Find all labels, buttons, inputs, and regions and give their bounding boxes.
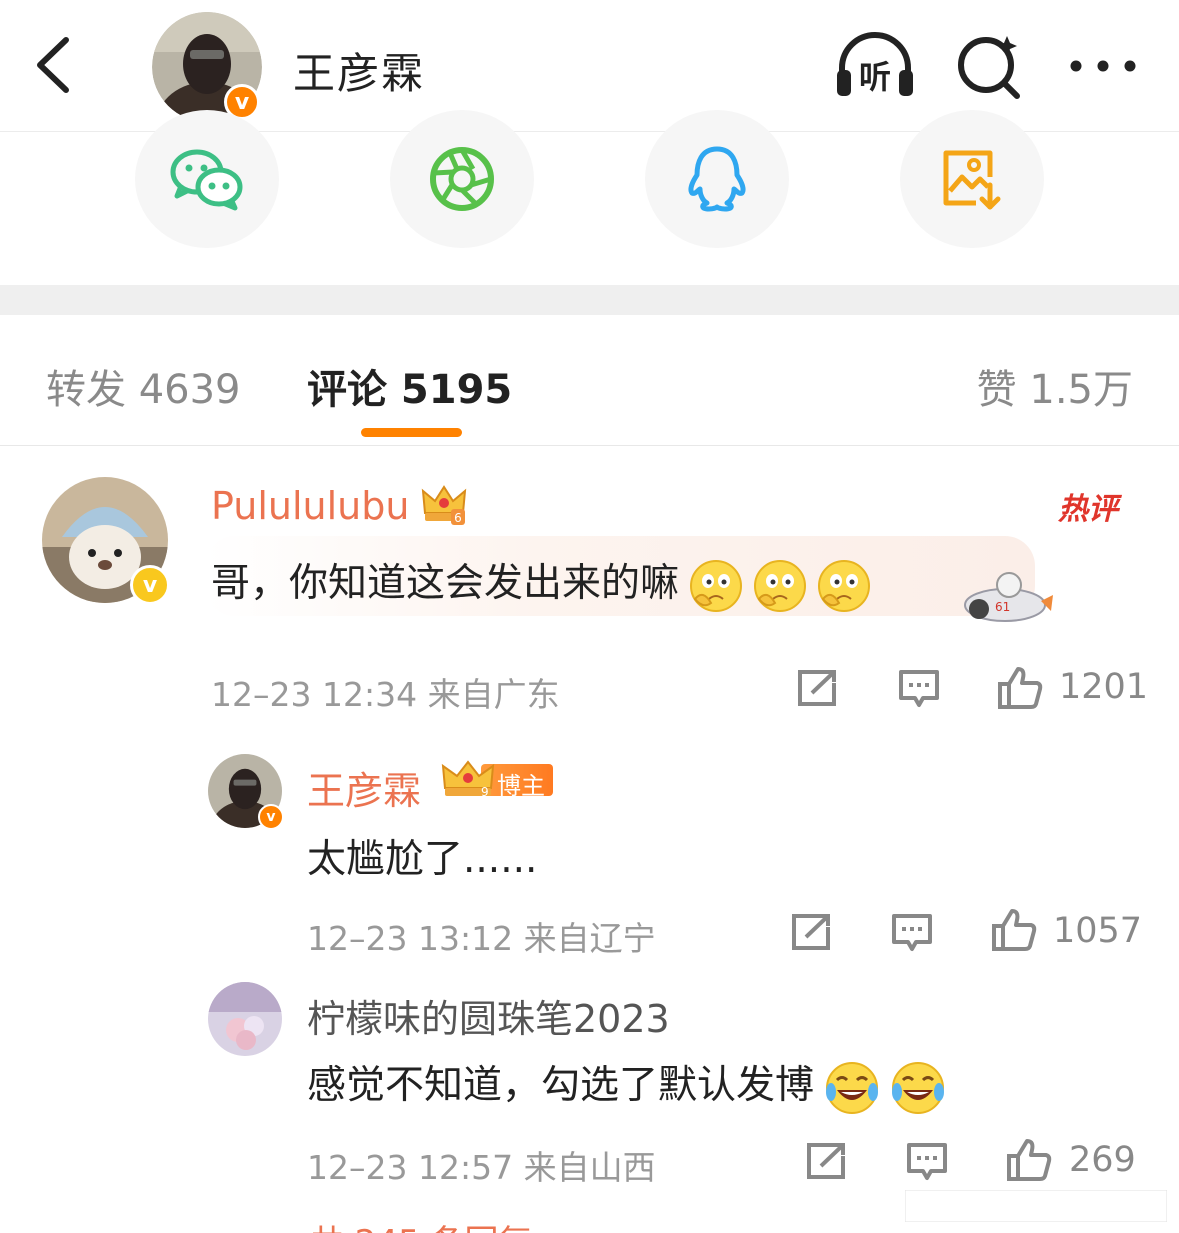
blogger-badge: 9 博主 — [441, 760, 553, 800]
qq-icon — [688, 146, 746, 212]
comment-avatar[interactable]: v — [42, 477, 170, 605]
vip-crown-icon: 6 — [421, 485, 467, 525]
reply-icon[interactable] — [891, 913, 933, 953]
like-thumb-icon[interactable] — [997, 666, 1043, 710]
repost-icon[interactable] — [790, 913, 832, 951]
comment-body: 哥，你知道这会发出来的嘛 — [211, 561, 680, 606]
reply-text: 感觉不知道，勾选了默认发博 — [307, 1054, 946, 1116]
more-options-icon[interactable] — [1068, 48, 1138, 84]
author-name[interactable]: 王彦霖 — [293, 40, 425, 101]
share-qq-button[interactable] — [645, 110, 789, 248]
svg-text:听: 听 — [859, 58, 891, 96]
comment-meta: 12–23 12:34 来自广东 — [211, 675, 560, 714]
repost-icon[interactable] — [796, 669, 838, 707]
tab-bar: 转发 4639 评论 5195 赞 1.5万 — [0, 315, 1179, 446]
wechat-icon — [170, 149, 243, 211]
thinking-emoji — [754, 559, 807, 612]
reply-meta: 12–23 12:57 来自山西 — [307, 1148, 656, 1187]
reply-avatar[interactable]: v — [208, 754, 284, 830]
reply-author-name[interactable]: 王彦霖 — [307, 760, 421, 815]
reply-icon[interactable] — [906, 1142, 948, 1182]
reply-meta: 12–23 13:12 来自辽宁 — [307, 919, 656, 958]
thinking-emoji — [690, 559, 743, 612]
author-avatar[interactable]: v — [152, 12, 262, 122]
svg-text:61: 61 — [995, 600, 1010, 614]
rocket-decoration-icon: 61 — [964, 572, 1053, 622]
share-row — [0, 110, 1179, 285]
moments-icon — [430, 147, 494, 211]
reply-body: 感觉不知道，勾选了默认发博 — [307, 1063, 815, 1108]
like-thumb-icon[interactable] — [991, 908, 1037, 952]
view-more-replies-link[interactable]: 共 245 条回复 — [310, 1215, 533, 1233]
like-count: 269 — [1069, 1140, 1136, 1180]
like-count: 1057 — [1053, 911, 1143, 951]
like-count: 1201 — [1059, 667, 1149, 707]
laughing-tears-emoji — [826, 1061, 879, 1114]
watermark-bar — [905, 1190, 1167, 1222]
commenter-name[interactable]: Pulululubu — [211, 484, 409, 528]
reply-avatar[interactable] — [208, 982, 282, 1056]
verified-badge-icon: v — [130, 565, 170, 605]
laughing-tears-emoji — [892, 1061, 945, 1114]
listen-headphones-icon[interactable]: 听 — [834, 30, 916, 100]
tab-comment[interactable]: 评论 5195 — [307, 357, 512, 415]
share-wechat-button[interactable] — [135, 110, 279, 248]
vip-crown-icon: 9 — [441, 760, 495, 799]
like-thumb-icon[interactable] — [1006, 1138, 1052, 1182]
svg-text:9: 9 — [481, 785, 489, 799]
share-save-image-button[interactable] — [900, 110, 1044, 248]
blogger-badge-label: 博主 — [497, 772, 545, 800]
repost-icon[interactable] — [805, 1142, 847, 1180]
save-image-icon — [943, 150, 1001, 210]
verified-badge-icon: v — [258, 804, 284, 830]
reply-text: 太尴尬了...... — [307, 837, 538, 882]
reply-author-name[interactable]: 柠檬味的圆珠笔2023 — [307, 988, 670, 1043]
hot-comment-label: 热评 — [1058, 492, 1118, 527]
active-tab-indicator — [361, 428, 462, 437]
back-arrow-icon[interactable] — [30, 32, 80, 98]
thinking-emoji — [818, 559, 871, 612]
reply-icon[interactable] — [898, 669, 940, 709]
search-icon[interactable] — [955, 30, 1025, 100]
tab-like[interactable]: 赞 1.5万 — [977, 357, 1133, 415]
tab-repost[interactable]: 转发 4639 — [46, 357, 241, 415]
share-moments-button[interactable] — [390, 110, 534, 248]
comment-text: 哥，你知道这会发出来的嘛 — [211, 552, 871, 613]
top-bar: v 王彦霖 听 — [0, 0, 1179, 132]
section-divider — [0, 285, 1179, 315]
svg-text:6: 6 — [454, 511, 462, 525]
